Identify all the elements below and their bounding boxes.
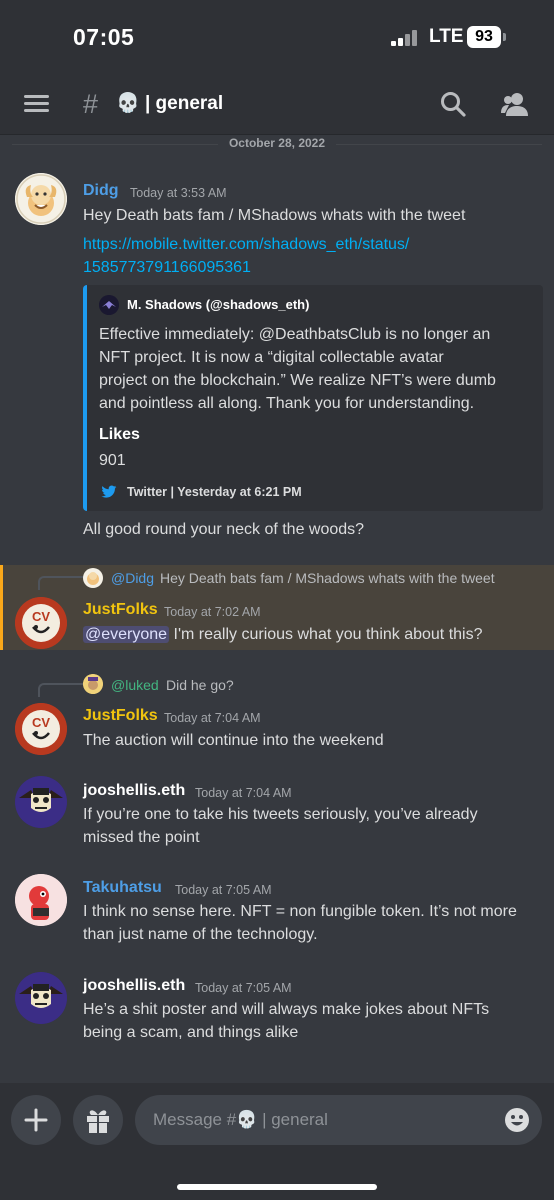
author-jooshellis[interactable]: jooshellis.eth <box>83 977 185 995</box>
reply-preview[interactable]: Hey Death bats fam / MShadows whats with… <box>160 570 495 586</box>
gift-button[interactable] <box>73 1095 123 1145</box>
home-indicator[interactable] <box>177 1184 377 1190</box>
message-timestamp: Today at 3:53 AM <box>130 186 227 200</box>
author-takuhatsu[interactable]: Takuhatsu <box>83 879 162 897</box>
message-text: Hey Death bats fam / MShadows whats with… <box>83 207 466 224</box>
embed-author-avatar <box>99 295 119 315</box>
channel-name: | general <box>144 93 224 114</box>
channel-title[interactable]: 💀 | general <box>116 91 223 115</box>
message-input[interactable]: Message #💀 | general <box>135 1095 542 1145</box>
message-timestamp: Today at 7:05 AM <box>195 981 292 995</box>
everyone-mention[interactable]: @everyone <box>83 626 170 643</box>
avatar-justfolks[interactable]: CV <box>15 597 67 649</box>
placeholder-prefix: Message # <box>153 1110 237 1129</box>
message-text: He’s a shit poster and will always make … <box>83 998 489 1044</box>
reply-connector <box>38 576 84 590</box>
battery-icon: 93 <box>467 26 501 48</box>
message-text: I think no sense here. NFT = non fungibl… <box>83 900 517 946</box>
message-line: If you’re one to take his tweets serious… <box>83 806 478 823</box>
embed-author[interactable]: M. Shadows (@shadows_eth) <box>127 297 309 312</box>
skull-emoji: 💀 <box>116 93 140 114</box>
message-text: If you’re one to take his tweets serious… <box>83 803 478 849</box>
message-text: @everyone I'm really curious what you th… <box>83 623 483 646</box>
reply-preview[interactable]: Did he go? <box>166 677 234 693</box>
message-placeholder: Message #💀 | general <box>153 1110 328 1130</box>
twitter-bird-icon <box>101 485 117 498</box>
hash-icon: # <box>83 89 99 119</box>
reply-author[interactable]: @luked <box>111 677 159 693</box>
message-line: missed the point <box>83 829 200 846</box>
svg-text:CV: CV <box>32 609 50 624</box>
embed-desc-line: project on the blockchain.” We realize N… <box>99 372 496 389</box>
message-timestamp: Today at 7:04 AM <box>195 786 292 800</box>
tweet-link-line-2[interactable]: 1585773791166095361 <box>83 256 409 279</box>
embed-description: Effective immediately: @DeathbatsClub is… <box>99 323 496 415</box>
battery-tip <box>503 33 506 41</box>
author-justfolks[interactable]: JustFolks <box>83 601 158 619</box>
author-didg[interactable]: Didg <box>83 182 119 200</box>
embed-desc-line: NFT project. It is now a “digital collec… <box>99 349 444 366</box>
embed-desc-line: and pointless all along. Thank you for u… <box>99 395 475 412</box>
embed-field-name: Likes <box>99 426 140 443</box>
embed-desc-line: Effective immediately: @DeathbatsClub is… <box>99 326 491 343</box>
message-line: He’s a shit poster and will always make … <box>83 1001 490 1018</box>
message-timestamp: Today at 7:05 AM <box>175 883 272 897</box>
message-line: being a scam, and things alike <box>83 1024 299 1041</box>
gift-icon <box>87 1110 109 1133</box>
author-justfolks[interactable]: JustFolks <box>83 707 158 725</box>
avatar-takuhatsu[interactable] <box>15 874 67 926</box>
tweet-link-line-1[interactable]: https://mobile.twitter.com/shadows_eth/s… <box>83 233 409 256</box>
signal-icon <box>391 30 421 46</box>
avatar-jooshellis[interactable] <box>15 972 67 1024</box>
skull-emoji: 💀 <box>236 1110 258 1129</box>
tweet-embed[interactable]: M. Shadows (@shadows_eth) Effective imme… <box>83 285 543 511</box>
reply-connector <box>38 683 84 697</box>
network-label: LTE <box>429 26 464 47</box>
menu-icon[interactable] <box>24 95 49 112</box>
add-attachment-button[interactable] <box>11 1095 61 1145</box>
avatar-justfolks[interactable]: CV <box>15 703 67 755</box>
message-line: than just name of the technology. <box>83 926 318 943</box>
message-text: All good round your neck of the woods? <box>83 521 365 538</box>
status-time: 07:05 <box>73 24 135 50</box>
emoji-icon[interactable] <box>504 1107 530 1133</box>
tweet-link[interactable]: https://mobile.twitter.com/shadows_eth/s… <box>83 233 409 279</box>
message-timestamp: Today at 7:04 AM <box>164 711 261 725</box>
message-timestamp: Today at 7:02 AM <box>164 605 261 619</box>
search-icon[interactable] <box>440 91 466 117</box>
embed-field-value: 901 <box>99 452 126 469</box>
author-jooshellis[interactable]: jooshellis.eth <box>83 782 185 800</box>
avatar-jooshellis[interactable] <box>15 776 67 828</box>
avatar-didg[interactable] <box>15 173 67 225</box>
placeholder-channel: | general <box>257 1110 328 1129</box>
message-text: The auction will continue into the weeke… <box>83 732 384 749</box>
plus-icon <box>24 1108 48 1132</box>
channel-header: # 💀 | general <box>0 72 554 135</box>
reply-author[interactable]: @Didg <box>111 570 154 586</box>
members-icon[interactable] <box>500 91 530 117</box>
status-bar: 07:05 LTE 93 <box>0 0 554 72</box>
date-divider: October 28, 2022 <box>218 136 336 150</box>
reply-avatar-didg <box>83 568 103 588</box>
reply-avatar-luked <box>83 674 103 694</box>
message-line: I think no sense here. NFT = non fungibl… <box>83 903 517 920</box>
embed-footer: Twitter | Yesterday at 6:21 PM <box>127 485 302 499</box>
message-text-rest: I'm really curious what you think about … <box>169 626 483 643</box>
svg-text:CV: CV <box>32 715 50 730</box>
